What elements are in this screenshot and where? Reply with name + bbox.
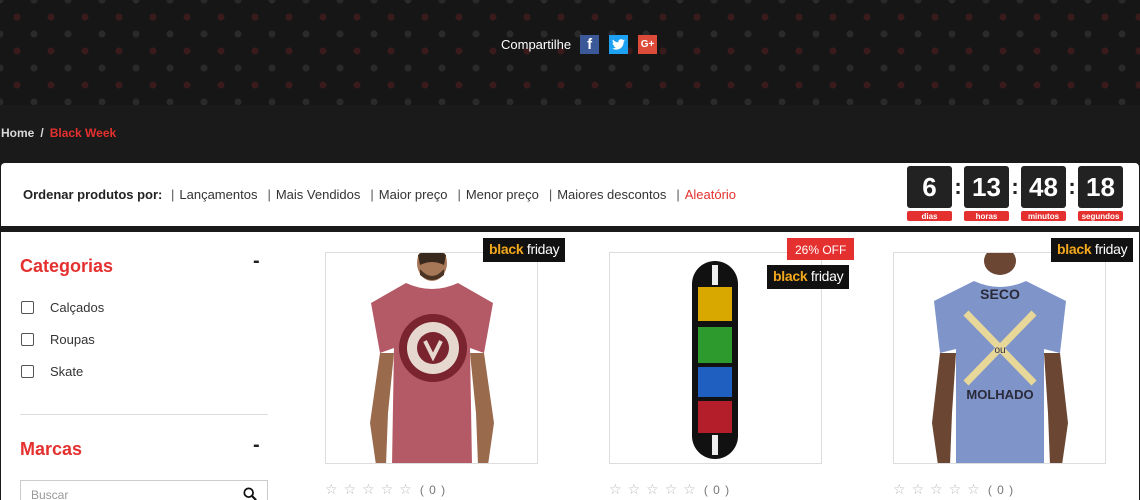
- product-rating: ☆ ☆ ☆ ☆ ☆ ( 0 ): [609, 481, 730, 498]
- svg-text:ou: ou: [994, 345, 1005, 356]
- category-checkbox[interactable]: [21, 333, 34, 346]
- tshirt-product-image: SECO ou MOLHADO: [894, 253, 1105, 463]
- star-icon: ☆: [967, 481, 980, 497]
- share-label: Compartilhe: [501, 37, 572, 52]
- category-item-calcados[interactable]: Calçados: [21, 300, 104, 315]
- countdown-days-value: 6: [907, 166, 952, 208]
- breadcrumb: Home / Black Week: [1, 126, 116, 140]
- categories-title: Categorias: [20, 256, 114, 276]
- star-icon: ☆: [609, 481, 622, 497]
- tshirt-product-image: [326, 253, 537, 463]
- black-friday-badge: black friday: [767, 265, 850, 289]
- product-rating: ☆ ☆ ☆ ☆ ☆ ( 0 ): [325, 481, 446, 498]
- star-icon: ☆: [399, 481, 412, 497]
- category-item-roupas[interactable]: Roupas: [21, 332, 95, 347]
- countdown-timer: 6 dias : 13 horas : 48 minutos : 18 segu…: [907, 166, 1123, 221]
- sort-option-menor-preco[interactable]: | Menor preço: [457, 187, 538, 202]
- brand-search-box[interactable]: Buscar: [20, 480, 268, 500]
- category-checkbox[interactable]: [21, 301, 34, 314]
- star-icon: ☆: [343, 481, 357, 497]
- star-icon: ☆: [911, 481, 925, 497]
- countdown-minutes: 48 minutos: [1021, 166, 1066, 221]
- product-image[interactable]: SECO ou MOLHADO: [893, 252, 1106, 464]
- star-icon: ☆: [893, 481, 906, 497]
- star-icon: ☆: [380, 481, 394, 497]
- svg-text:SECO: SECO: [980, 286, 1020, 302]
- product-image[interactable]: [325, 252, 538, 464]
- star-icon: ☆: [930, 481, 943, 497]
- breadcrumb-separator: /: [40, 126, 44, 140]
- filter-divider: [20, 414, 268, 415]
- rating-count: ( 0 ): [703, 482, 731, 497]
- rating-count: ( 0 ): [419, 482, 447, 497]
- category-item-skate[interactable]: Skate: [21, 364, 83, 379]
- countdown-minutes-value: 48: [1021, 166, 1066, 208]
- category-label: Calçados: [50, 300, 105, 315]
- star-icon: ☆: [683, 481, 696, 497]
- breadcrumb-home[interactable]: Home: [1, 126, 34, 140]
- main-content: Categorias - Calçados Roupas Skate Marca…: [1, 232, 1139, 500]
- countdown-seconds: 18 segundos: [1078, 166, 1123, 221]
- sort-option-lancamentos[interactable]: | Lançamentos: [171, 187, 257, 202]
- countdown-colon: :: [954, 174, 962, 199]
- search-icon[interactable]: [243, 487, 257, 500]
- sort-option-maior-preco[interactable]: | Maior preço: [370, 187, 447, 202]
- star-icon: ☆: [948, 481, 962, 497]
- countdown-seconds-label: segundos: [1078, 211, 1123, 221]
- breadcrumb-current: Black Week: [49, 126, 117, 140]
- brands-title: Marcas: [20, 439, 83, 459]
- star-icon: ☆: [325, 481, 338, 497]
- category-label: Skate: [50, 364, 84, 379]
- rating-count: ( 0 ): [987, 482, 1015, 497]
- countdown-colon: :: [1068, 174, 1076, 199]
- svg-text:MOLHADO: MOLHADO: [966, 387, 1033, 402]
- countdown-days: 6 dias: [907, 166, 952, 221]
- brands-collapse-button[interactable]: -: [253, 434, 260, 457]
- black-friday-badge: black friday: [483, 238, 566, 262]
- sort-option-mais-vendidos[interactable]: | Mais Vendidos: [267, 187, 360, 202]
- countdown-colon: :: [1011, 174, 1019, 199]
- category-label: Roupas: [50, 332, 95, 347]
- countdown-hours-label: horas: [964, 211, 1009, 221]
- countdown-seconds-value: 18: [1078, 166, 1123, 208]
- sort-option-maiores-descontos[interactable]: | Maiores descontos: [549, 187, 667, 202]
- header-banner: Compartilhe f G+: [0, 0, 1140, 105]
- countdown-hours: 13 horas: [964, 166, 1009, 221]
- sort-bar: Ordenar produtos por: | Lançamentos | Mais…: [1, 163, 1139, 226]
- star-icon: ☆: [646, 481, 659, 497]
- facebook-icon[interactable]: f: [580, 35, 600, 54]
- sort-option-aleatorio[interactable]: | Aleatório: [676, 187, 736, 202]
- share-bar: Compartilhe f G+: [501, 35, 667, 54]
- star-icon: ☆: [362, 481, 375, 497]
- product-rating: ☆ ☆ ☆ ☆ ☆ ( 0 ): [893, 481, 1014, 498]
- twitter-icon[interactable]: [609, 35, 629, 54]
- categories-collapse-button[interactable]: -: [253, 250, 260, 273]
- sort-options: | Lançamentos | Mais Vendidos | Maior preço…: [171, 187, 746, 202]
- category-checkbox[interactable]: [21, 365, 34, 378]
- brand-search-input[interactable]: Buscar: [31, 488, 68, 500]
- google-plus-icon[interactable]: G+: [638, 35, 658, 54]
- star-icon: ☆: [664, 481, 678, 497]
- countdown-days-label: dias: [907, 211, 952, 221]
- sort-label: Ordenar produtos por:: [23, 187, 163, 202]
- countdown-hours-value: 13: [964, 166, 1009, 208]
- black-friday-badge: black friday: [1051, 238, 1134, 262]
- star-icon: ☆: [627, 481, 641, 497]
- countdown-minutes-label: minutos: [1021, 211, 1066, 221]
- discount-badge: 26% OFF: [787, 238, 855, 260]
